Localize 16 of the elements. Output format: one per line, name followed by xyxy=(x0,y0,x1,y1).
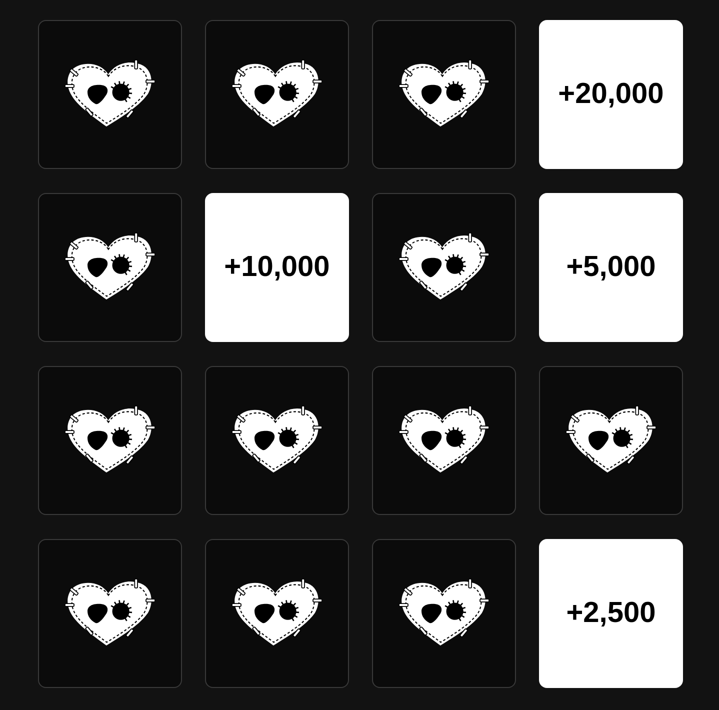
hidden-card[interactable] xyxy=(205,20,349,169)
hidden-card[interactable] xyxy=(38,366,182,515)
prize-amount: +10,000 xyxy=(224,253,330,282)
prize-amount: +5,000 xyxy=(566,253,656,282)
hidden-card[interactable] xyxy=(372,366,516,515)
hidden-card[interactable] xyxy=(372,193,516,342)
hidden-card[interactable] xyxy=(372,539,516,688)
hidden-card[interactable] xyxy=(372,20,516,169)
hidden-card[interactable] xyxy=(539,366,683,515)
hidden-card[interactable] xyxy=(38,193,182,342)
hidden-card[interactable] xyxy=(205,366,349,515)
hidden-card[interactable] xyxy=(205,539,349,688)
hidden-card[interactable] xyxy=(38,539,182,688)
hidden-card[interactable] xyxy=(38,20,182,169)
prize-amount: +20,000 xyxy=(558,80,664,109)
prize-amount: +2,500 xyxy=(566,599,656,628)
